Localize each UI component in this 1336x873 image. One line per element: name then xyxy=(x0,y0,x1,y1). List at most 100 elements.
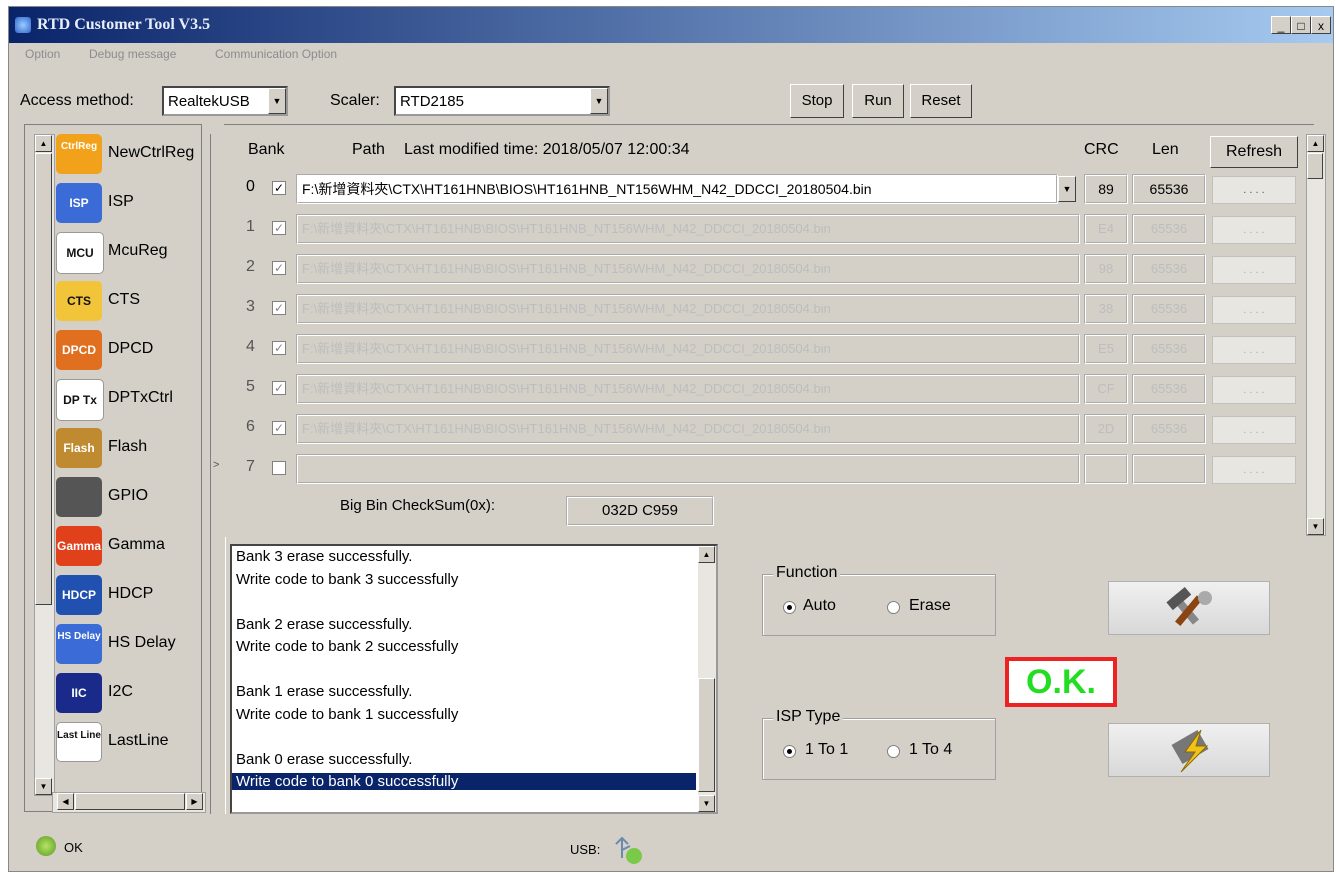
bank-crc: E5 xyxy=(1084,334,1128,364)
nav-item-mcureg[interactable]: MCU McuReg xyxy=(56,230,208,276)
bank-scroll-thumb[interactable] xyxy=(1307,153,1323,179)
flash-icon: Flash xyxy=(56,428,102,468)
bank-path-field[interactable]: F:\新增資料夾\CTX\HT161HNB\BIOS\HT161HNB_NT15… xyxy=(296,254,1080,284)
nav-item-label: Flash xyxy=(108,438,148,455)
minimize-icon[interactable]: _ xyxy=(1271,16,1291,34)
nav-item-hdcp[interactable]: HDCP HDCP xyxy=(56,573,208,619)
bank-checkbox[interactable]: ✓ xyxy=(272,381,286,395)
isp-1to1-radio[interactable] xyxy=(783,745,796,758)
scroll-right-icon[interactable]: ▶ xyxy=(186,793,203,810)
chevron-down-icon[interactable]: ▼ xyxy=(268,88,286,114)
bank-number: 0 xyxy=(246,178,255,195)
reset-button[interactable]: Reset xyxy=(910,84,972,118)
stop-button[interactable]: Stop xyxy=(790,84,844,118)
nav-item-dpcd[interactable]: DPCD DPCD xyxy=(56,328,208,374)
nav-item-gamma[interactable]: Gamma Gamma xyxy=(56,524,208,570)
scroll-left-icon[interactable]: ◀ xyxy=(57,793,74,810)
scaler-label: Scaler: xyxy=(330,92,380,109)
browse-button[interactable]: . . . . xyxy=(1212,456,1296,484)
bank-path-field[interactable]: F:\新增資料夾\CTX\HT161HNB\BIOS\HT161HNB_NT15… xyxy=(296,174,1058,204)
bank-number: 1 xyxy=(246,218,255,235)
bank-checkbox[interactable]: ✓ xyxy=(272,261,286,275)
menu-communication-option[interactable]: Communication Option xyxy=(215,47,337,61)
function-erase-radio[interactable] xyxy=(887,601,900,614)
scroll-up-icon[interactable]: ▲ xyxy=(35,135,52,152)
bank-len: 65536 xyxy=(1132,254,1206,284)
browse-button[interactable]: . . . . xyxy=(1212,376,1296,404)
bank-path-field[interactable]: F:\新增資料夾\CTX\HT161HNB\BIOS\HT161HNB_NT15… xyxy=(296,334,1080,364)
nav-item-flash[interactable]: Flash Flash xyxy=(56,426,208,472)
nav-scroll-thumb[interactable] xyxy=(35,153,52,605)
refresh-button[interactable]: Refresh xyxy=(1210,136,1298,168)
mcu-icon: MCU xyxy=(56,232,104,274)
nav-item-isp[interactable]: ISP ISP xyxy=(56,181,208,227)
bank-crc: 98 xyxy=(1084,254,1128,284)
nav-item-hs-delay[interactable]: HS Delay HS Delay xyxy=(56,622,208,668)
bank-checkbox[interactable]: ✓ xyxy=(272,421,286,435)
nav-item-lastline[interactable]: Last Line LastLine xyxy=(56,720,208,766)
lightning-chip-icon xyxy=(1171,729,1209,773)
nav-item-label: Gamma xyxy=(108,536,165,553)
log-line: Bank 3 erase successfully. xyxy=(236,548,413,565)
function-auto-radio[interactable] xyxy=(783,601,796,614)
run-button[interactable]: Run xyxy=(852,84,904,118)
close-icon[interactable]: x xyxy=(1311,16,1331,34)
log-scroll-thumb[interactable] xyxy=(698,678,715,792)
result-ok-indicator: O.K. xyxy=(1005,657,1117,707)
scroll-down-icon[interactable]: ▼ xyxy=(1307,518,1324,535)
menu-debug-message[interactable]: Debug message xyxy=(89,47,176,61)
scroll-up-icon[interactable]: ▲ xyxy=(698,546,715,563)
bank-checkbox[interactable] xyxy=(272,461,286,475)
bank-path-field[interactable]: F:\新增資料夾\CTX\HT161HNB\BIOS\HT161HNB_NT15… xyxy=(296,214,1080,244)
nav-item-label: GPIO xyxy=(108,487,149,504)
program-button[interactable] xyxy=(1108,723,1270,777)
tools-button[interactable] xyxy=(1108,581,1270,635)
log-textarea[interactable]: Bank 3 erase successfully. Write code to … xyxy=(230,544,718,814)
bank-path-field[interactable]: F:\新增資料夾\CTX\HT161HNB\BIOS\HT161HNB_NT15… xyxy=(296,294,1080,324)
log-vertical-scrollbar[interactable]: ▲ ▼ xyxy=(698,546,716,812)
chevron-down-icon[interactable]: ▼ xyxy=(590,88,608,114)
isp-1to4-radio[interactable] xyxy=(887,745,900,758)
nav-item-i2c[interactable]: IIC I2C xyxy=(56,671,208,717)
nav-item-label: ISP xyxy=(108,193,134,210)
chevron-down-icon[interactable]: ▼ xyxy=(1058,176,1076,202)
splitter-arrow-icon[interactable]: > xyxy=(213,459,219,471)
nav-item-newctrlreg[interactable]: CtrlReg NewCtrlReg xyxy=(56,132,208,178)
browse-button[interactable]: . . . . xyxy=(1212,256,1296,284)
bank-number: 3 xyxy=(246,298,255,315)
browse-button[interactable]: . . . . xyxy=(1212,416,1296,444)
menu-option[interactable]: Option xyxy=(25,47,60,61)
maximize-icon[interactable]: □ xyxy=(1291,16,1311,34)
nav-item-label: NewCtrlReg xyxy=(108,144,195,161)
nav-item-label: McuReg xyxy=(108,242,168,259)
nav-vertical-scrollbar[interactable]: ▲ ▼ xyxy=(34,134,55,796)
bank-checkbox[interactable]: ✓ xyxy=(272,221,286,235)
nav-hscroll-thumb[interactable] xyxy=(75,793,185,810)
scroll-down-icon[interactable]: ▼ xyxy=(698,795,715,812)
gamma-icon: Gamma xyxy=(56,526,102,566)
scaler-select[interactable]: RTD2185 ▼ xyxy=(394,86,610,116)
hdcp-icon: HDCP xyxy=(56,575,102,615)
bank-path-field[interactable]: F:\新增資料夾\CTX\HT161HNB\BIOS\HT161HNB_NT15… xyxy=(296,374,1080,404)
scroll-down-icon[interactable]: ▼ xyxy=(35,778,52,795)
bank-checkbox[interactable]: ✓ xyxy=(272,301,286,315)
i2c-icon: IIC xyxy=(56,673,102,713)
bank-path-field[interactable]: F:\新增資料夾\CTX\HT161HNB\BIOS\HT161HNB_NT15… xyxy=(296,414,1080,444)
bank-checkbox[interactable]: ✓ xyxy=(272,181,286,195)
browse-button[interactable]: . . . . xyxy=(1212,336,1296,364)
access-method-select[interactable]: RealtekUSB ▼ xyxy=(162,86,288,116)
browse-button[interactable]: . . . . xyxy=(1212,176,1296,204)
bank-path-field[interactable] xyxy=(296,454,1080,484)
nav-horizontal-scrollbar[interactable]: ◀ ▶ xyxy=(52,792,206,813)
bank-vertical-scrollbar[interactable]: ▲ ▼ xyxy=(1306,134,1326,536)
browse-button[interactable]: . . . . xyxy=(1212,216,1296,244)
bank-number: 6 xyxy=(246,418,255,435)
nav-item-dptxctrl[interactable]: DP Tx DPTxCtrl xyxy=(56,377,208,423)
scroll-up-icon[interactable]: ▲ xyxy=(1307,135,1324,152)
browse-button[interactable]: . . . . xyxy=(1212,296,1296,324)
log-line: Write code to bank 0 successfully xyxy=(232,773,696,790)
nav-item-gpio[interactable]: GPIO xyxy=(56,475,208,521)
bank-number: 2 xyxy=(246,258,255,275)
bank-checkbox[interactable]: ✓ xyxy=(272,341,286,355)
nav-item-cts[interactable]: CTS CTS xyxy=(56,279,208,325)
